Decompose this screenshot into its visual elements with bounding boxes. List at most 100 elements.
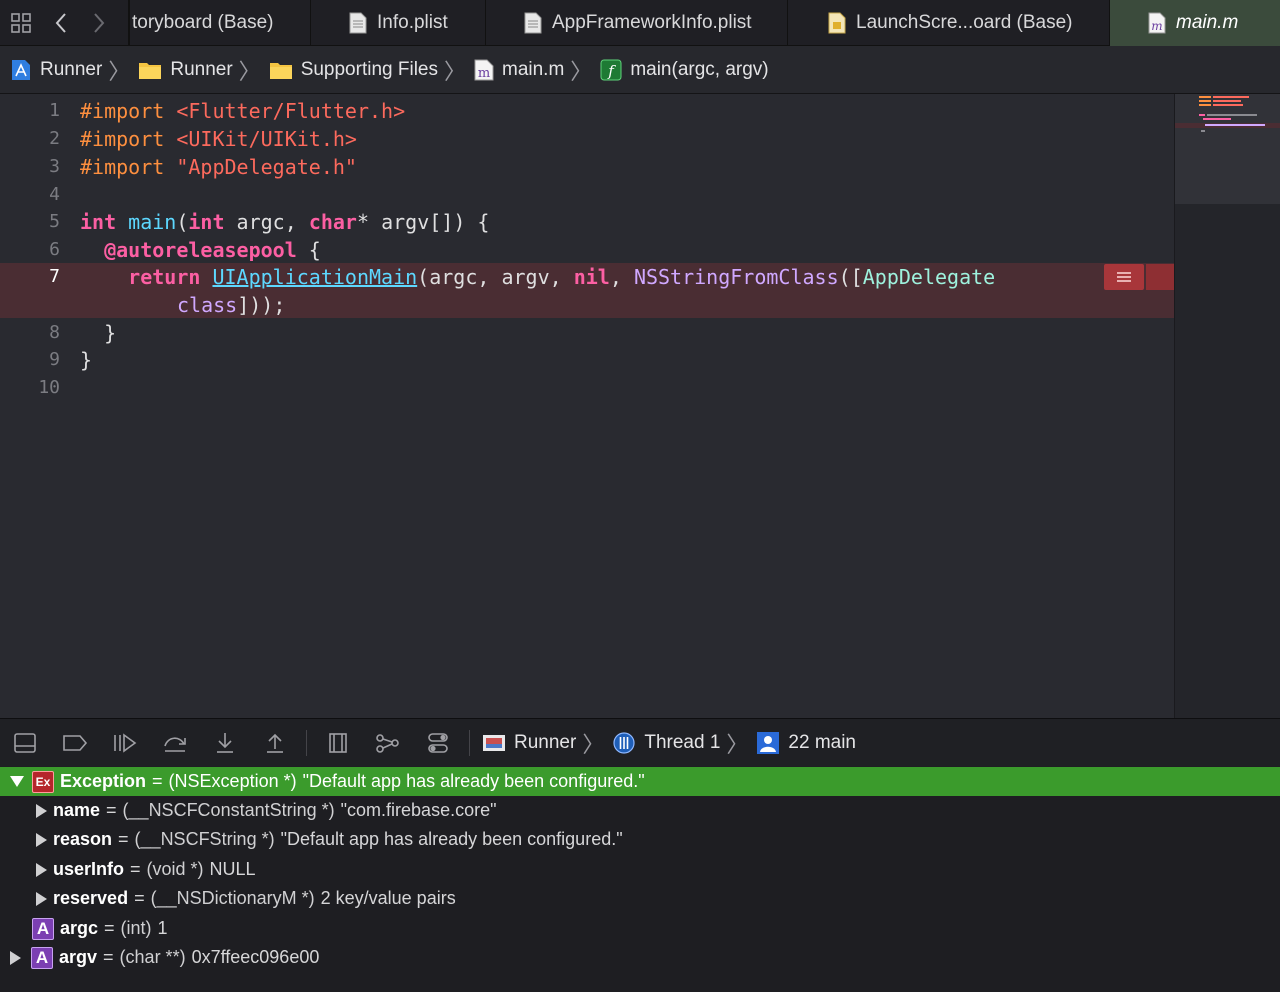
source-editor[interactable]: 1 #import <Flutter/Flutter.h> 2 #import …	[0, 94, 1174, 718]
debug-crumb-frame[interactable]: 22 main	[756, 731, 856, 755]
breadcrumb-project-runner[interactable]: Runner	[10, 59, 102, 81]
breadcrumb-file-main-m[interactable]: m main.m	[474, 59, 564, 81]
tab-label: LaunchScre...oard (Base)	[856, 12, 1073, 33]
hide-debug-area-button[interactable]	[0, 719, 50, 767]
environment-overrides-icon	[428, 732, 448, 753]
line-number: 3	[49, 156, 60, 177]
tab-label: toryboard (Base)	[132, 12, 274, 33]
breadcrumb-group-supporting-files[interactable]: Supporting Files	[269, 59, 438, 81]
debug-area-toggle-icon	[14, 732, 36, 753]
line-number: 2	[49, 128, 60, 149]
svg-text:m: m	[478, 66, 490, 81]
line-number: 6	[49, 239, 60, 260]
disclosure-triangle-icon[interactable]	[10, 950, 21, 965]
continue-button[interactable]	[100, 719, 150, 767]
code-line: 3 #import "AppDelegate.h"	[0, 154, 1174, 182]
code-line: 5 int main(int argc, char* argv[]) {	[0, 209, 1174, 237]
step-out-icon	[267, 733, 283, 753]
storyboard-file-icon	[828, 12, 846, 34]
plist-file-icon	[524, 12, 542, 34]
plist-file-icon	[349, 12, 367, 34]
debug-crumb-runner[interactable]: Runner	[482, 732, 576, 754]
variable-row-name[interactable]: name = (__NSCFConstantString *) "com.fir…	[0, 796, 1280, 825]
breakpoints-toggle-button[interactable]	[50, 719, 100, 767]
code-line: 1 #import <Flutter/Flutter.h>	[0, 98, 1174, 126]
objc-file-icon: m	[1148, 12, 1166, 34]
line-number: 9	[49, 349, 60, 370]
breakpoint-icon	[63, 734, 88, 751]
memory-graph-icon	[376, 733, 399, 753]
argument-badge-icon: A	[32, 917, 54, 940]
tab-launchscreen-storyboard[interactable]: LaunchScre...oard (Base)	[787, 0, 1109, 46]
minimap-viewport[interactable]	[1175, 94, 1280, 204]
user-frame-icon	[757, 731, 780, 754]
tab-label: main.m	[1176, 12, 1239, 33]
variables-view: Ex Exception = (NSException *) "Default …	[0, 766, 1280, 992]
step-into-button[interactable]	[200, 719, 250, 767]
line-number: 1	[49, 100, 60, 121]
line-number: 5	[49, 211, 60, 232]
app-icon	[483, 734, 505, 751]
code-line: 9 }	[0, 347, 1174, 375]
breadcrumb-separator-icon: 〉	[238, 58, 261, 84]
tab-appframeworkinfo-plist[interactable]: AppFrameworkInfo.plist	[485, 0, 787, 46]
variable-row-userinfo[interactable]: userInfo = (void *) NULL	[0, 855, 1280, 884]
variable-row-argv[interactable]: A argv = (char **) 0x7ffeec096e00	[0, 943, 1280, 972]
code-line: 2 #import <UIKit/UIKit.h>	[0, 126, 1174, 154]
debug-memory-graph-button[interactable]	[363, 719, 413, 767]
step-out-button[interactable]	[250, 719, 300, 767]
step-into-icon	[217, 732, 233, 753]
jump-bar: Runner 〉 Runner 〉 Supporting Files 〉 m m…	[0, 46, 1280, 94]
code-line: 6 @autoreleasepool {	[0, 237, 1174, 265]
code-line-wrapped: class]));	[177, 293, 286, 317]
related-items-grid-icon[interactable]	[4, 0, 38, 46]
step-over-icon	[164, 736, 186, 752]
code-line: 8 }	[0, 320, 1174, 348]
svg-text:m: m	[1151, 19, 1162, 33]
variable-row-argc[interactable]: A argc = (int) 1	[0, 914, 1280, 943]
tab-main-m[interactable]: m main.m	[1109, 0, 1280, 46]
thread-icon	[613, 731, 635, 754]
breadcrumb-separator-icon: 〉	[443, 58, 466, 84]
continue-icon	[114, 732, 137, 753]
breadcrumb-group-runner[interactable]: Runner	[138, 59, 233, 81]
breadcrumb-separator-icon: 〉	[108, 58, 131, 84]
view-hierarchy-icon	[329, 732, 347, 753]
forward-chevron-icon[interactable]	[84, 0, 114, 46]
debug-crumb-thread[interactable]: Thread 1	[612, 731, 720, 755]
step-over-button[interactable]	[150, 719, 200, 767]
tab-info-plist[interactable]: Info.plist	[310, 0, 485, 46]
code-line: 4	[0, 182, 1174, 210]
disclosure-triangle-icon[interactable]	[10, 776, 24, 787]
variable-row-reason[interactable]: reason = (__NSCFString *) "Default app h…	[0, 825, 1280, 854]
folder-icon	[269, 62, 292, 79]
debug-view-hierarchy-button[interactable]	[313, 719, 363, 767]
disclosure-triangle-icon[interactable]	[36, 891, 47, 906]
exception-badge-icon: Ex	[32, 770, 54, 793]
line-number: 4	[49, 184, 60, 205]
function-icon: f	[600, 59, 622, 80]
back-chevron-icon[interactable]	[46, 0, 76, 46]
line-number: 8	[49, 322, 60, 343]
tab-label: Info.plist	[377, 12, 448, 33]
minimap[interactable]	[1174, 94, 1280, 718]
tab-storyboard[interactable]: toryboard (Base)	[128, 0, 310, 46]
breadcrumb-separator-icon: 〉	[582, 731, 605, 757]
editor-tab-bar: toryboard (Base) Info.plist AppFramework…	[0, 0, 1280, 46]
xcode-project-icon	[12, 59, 30, 80]
disclosure-triangle-icon[interactable]	[36, 803, 47, 818]
breadcrumb-separator-icon: 〉	[726, 731, 749, 757]
argument-badge-icon: A	[31, 946, 53, 969]
disclosure-triangle-icon[interactable]	[36, 862, 47, 877]
code-line: 10	[0, 375, 1174, 403]
line-number: 7	[49, 266, 60, 287]
environment-overrides-button[interactable]	[413, 719, 463, 767]
breadcrumb-separator-icon: 〉	[570, 58, 593, 84]
tab-label: AppFrameworkInfo.plist	[552, 12, 752, 33]
disclosure-triangle-icon[interactable]	[36, 832, 47, 847]
code-line-error: 7 return UIApplicationMain(argc, argv, n…	[0, 264, 1174, 292]
line-number: 10	[38, 377, 60, 398]
variable-row-exception[interactable]: Ex Exception = (NSException *) "Default …	[0, 767, 1280, 796]
variable-row-reserved[interactable]: reserved = (__NSDictionaryM *) 2 key/val…	[0, 884, 1280, 913]
breadcrumb-function-main[interactable]: f main(argc, argv)	[600, 59, 769, 81]
